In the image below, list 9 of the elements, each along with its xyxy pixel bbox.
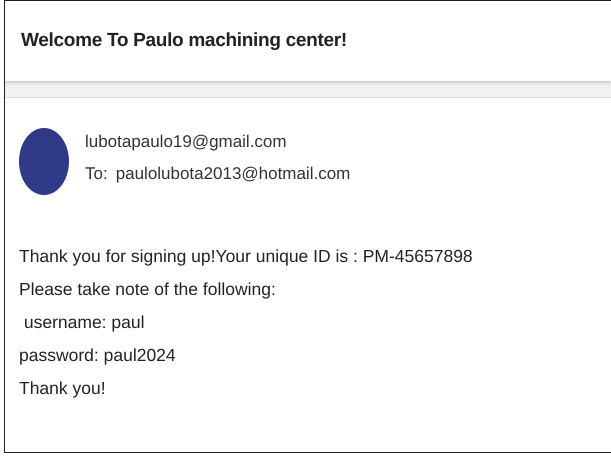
message-line: Please take note of the following: [19,278,277,301]
sender-address: lubotapaulo19@gmail.com [85,132,288,152]
message-line: Thank you for signing up!Your unique ID is : PM-45657898 [19,245,474,268]
email-subject: Welcome To Paulo machining center! [21,30,347,52]
recipient-label: To: [85,164,108,184]
message-line: Thank you! [19,377,107,400]
message-line: username: paul [22,311,146,334]
message-line: password: paul2024 [19,344,177,367]
recipient-address: paulolubota2013@hotmail.com [116,164,350,184]
